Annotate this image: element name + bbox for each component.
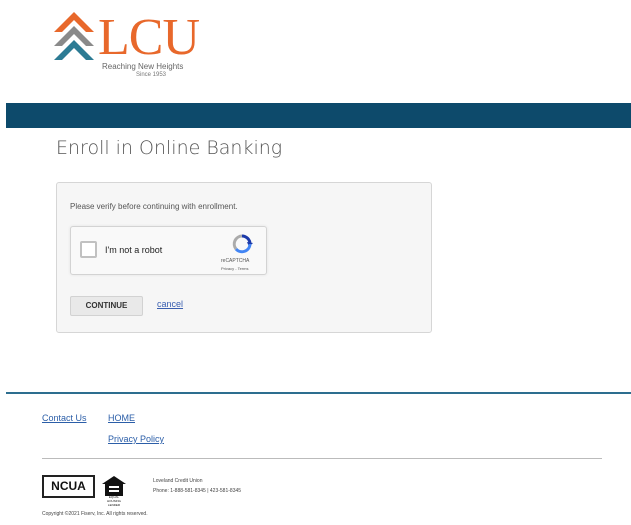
captcha-checkbox[interactable] <box>80 241 97 258</box>
logo-mark-icon <box>54 12 94 60</box>
footer-link-home[interactable]: HOME <box>108 413 135 423</box>
verify-instruction: Please verify before continuing with enr… <box>70 202 238 211</box>
footer-divider-2 <box>42 458 602 459</box>
footer-link-privacy[interactable]: Privacy Policy <box>108 434 164 444</box>
logo-tagline: Reaching New Heights <box>102 62 184 71</box>
verification-panel: Please verify before continuing with enr… <box>56 182 432 333</box>
page-title: Enroll in Online Banking <box>56 137 283 159</box>
credit-union-name: Loveland Credit Union <box>153 478 203 484</box>
copyright: Copyright ©2021 Fiserv, Inc. All rights … <box>42 511 148 517</box>
logo-text: LCU <box>98 9 200 66</box>
logo-since: Since 1953 <box>136 72 167 78</box>
footer-link-contact[interactable]: Contact Us <box>42 413 87 423</box>
recaptcha-brand: reCAPTCHA <box>221 258 250 264</box>
captcha-label: I'm not a robot <box>105 245 163 255</box>
equal-housing-text: EQUAL HOUSING LENDER <box>106 495 121 507</box>
credit-union-phone: Phone: 1-888-581-8345 | 423-581-8345 <box>153 488 242 494</box>
ncua-logo: NCUA <box>42 475 95 498</box>
logo: LCU Reaching New Heights Since 1953 <box>50 12 210 82</box>
continue-button[interactable]: CONTINUE <box>70 296 143 316</box>
recaptcha-icon <box>232 234 253 254</box>
footer-divider <box>6 392 631 394</box>
cancel-link[interactable]: cancel <box>157 299 183 309</box>
recaptcha-widget: I'm not a robot reCAPTCHA Privacy - Term… <box>70 226 267 275</box>
header-bar <box>6 103 631 128</box>
recaptcha-links[interactable]: Privacy - Terms <box>221 266 248 271</box>
